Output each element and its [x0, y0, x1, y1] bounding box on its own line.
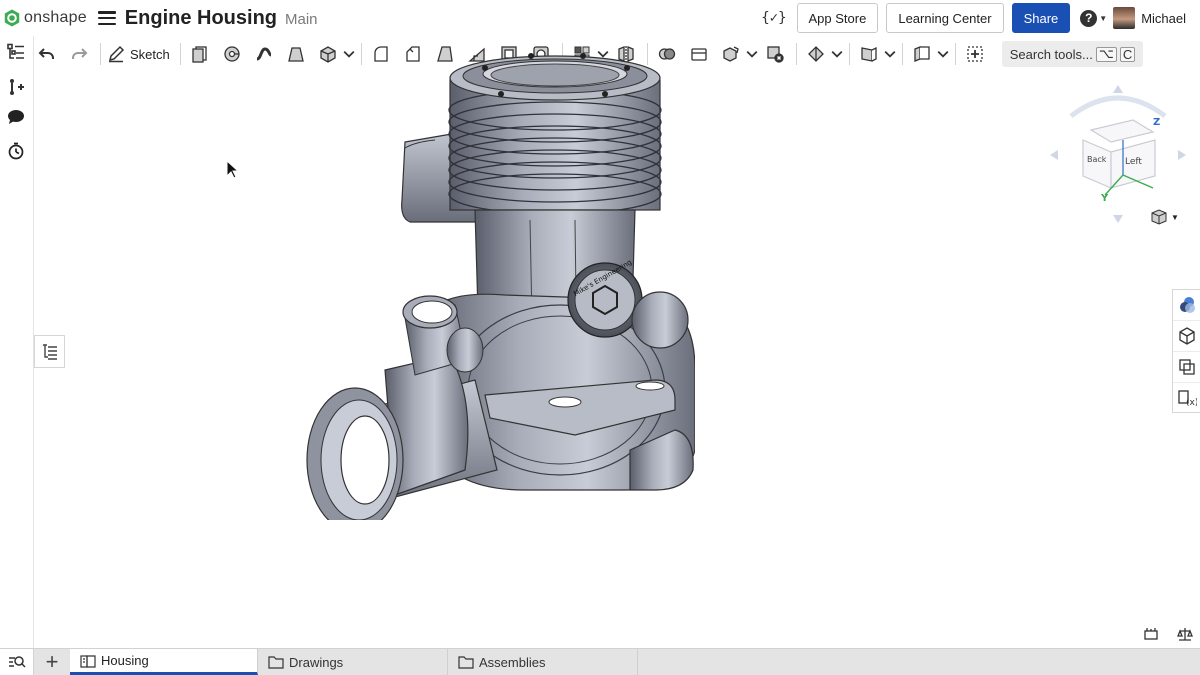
folder-icon [268, 656, 284, 669]
document-branch[interactable]: Main [285, 11, 318, 28]
chevron-down-icon[interactable] [831, 41, 843, 67]
mouse-cursor-icon [226, 160, 240, 179]
revolve-icon[interactable] [219, 41, 245, 67]
app-store-button[interactable]: App Store [796, 3, 879, 33]
toolbar-divider [848, 43, 850, 65]
axis-y-label: Y [1100, 193, 1109, 204]
chevron-down-icon: ▼ [1099, 13, 1108, 23]
svg-text:(x): (x) [1186, 398, 1197, 408]
learning-center-button[interactable]: Learning Center [886, 3, 1004, 33]
menu-icon[interactable] [97, 11, 116, 25]
add-tab-button[interactable]: + [34, 649, 70, 675]
chevron-down-icon[interactable] [884, 41, 896, 67]
insert-feature-icon[interactable] [5, 76, 27, 98]
modify-fillet-icon[interactable] [803, 41, 829, 67]
user-avatar[interactable] [1113, 7, 1136, 29]
folder-icon [458, 656, 474, 669]
tab-drawings[interactable]: Drawings [258, 649, 448, 675]
search-tabs-icon[interactable] [0, 649, 34, 675]
tab-bar: + Housing Drawings Assemblies [0, 648, 1200, 675]
tab-assemblies[interactable]: Assemblies [448, 649, 638, 675]
plane-icon[interactable] [856, 41, 882, 67]
search-tools-placeholder: Search tools... [1009, 46, 1093, 62]
redo-icon[interactable] [66, 41, 92, 67]
help-menu[interactable]: ? ▼ [1080, 9, 1108, 27]
extrude-icon[interactable] [187, 41, 213, 67]
appearance-icon[interactable] [1173, 290, 1200, 321]
right-panel: (x) [1172, 289, 1200, 413]
top-bar: onshape Engine Housing Main {✓} App Stor… [0, 0, 1200, 36]
left-sidebar [0, 36, 34, 648]
sweep-icon[interactable] [251, 41, 277, 67]
share-button[interactable]: Share [1011, 3, 1071, 33]
chevron-down-icon[interactable] [746, 41, 758, 67]
variables-icon[interactable]: (x) [1173, 383, 1200, 414]
toolbar-divider [954, 43, 956, 65]
engine-housing-model[interactable]: Mike's Engineering [275, 50, 695, 520]
document-title[interactable]: Engine Housing [125, 7, 277, 30]
measure-icon[interactable] [1142, 626, 1160, 642]
feature-list-toggle-icon[interactable] [34, 335, 65, 368]
part-studio-icon [80, 654, 96, 668]
pencil-icon [108, 45, 125, 63]
featurescript-icon[interactable]: {✓} [761, 10, 786, 26]
toolbar-divider [901, 43, 903, 65]
tab-housing[interactable]: Housing [70, 649, 258, 675]
search-tools-input[interactable]: Search tools... ⌥ C [1001, 41, 1144, 67]
tab-label: Housing [101, 653, 149, 668]
user-name[interactable]: Michael [1141, 11, 1186, 26]
configurations-icon[interactable] [1173, 352, 1200, 383]
mass-properties-icon[interactable] [1176, 626, 1194, 642]
brand-name: onshape [24, 9, 87, 26]
feature-list-icon[interactable] [5, 41, 27, 63]
transform-icon[interactable] [718, 41, 744, 67]
toolbar-divider [795, 43, 797, 65]
tab-label: Drawings [289, 654, 344, 670]
bill-of-materials-icon[interactable] [1173, 321, 1200, 352]
history-icon[interactable] [5, 140, 27, 162]
cube-icon [1151, 209, 1167, 225]
onshape-logo[interactable]: onshape [4, 9, 87, 27]
help-icon: ? [1080, 9, 1098, 27]
comments-icon[interactable] [5, 106, 27, 128]
toolbar-divider [179, 43, 181, 65]
axis-z-label: Z [1153, 117, 1160, 128]
sketch-label: Sketch [130, 46, 170, 62]
add-custom-feature-icon[interactable] [962, 41, 988, 67]
view-cube-face-back[interactable]: Back [1087, 155, 1107, 164]
view-options-menu[interactable]: ▼ [1150, 206, 1190, 228]
chevron-down-icon: ▼ [1171, 212, 1179, 222]
sheet-metal-icon[interactable] [909, 41, 935, 67]
delete-part-icon[interactable] [762, 41, 788, 67]
shortcut-key-c: C [1119, 46, 1136, 62]
view-cube-face-left[interactable]: Left [1125, 157, 1142, 167]
undo-icon[interactable] [34, 41, 60, 67]
shortcut-key-option: ⌥ [1095, 46, 1117, 62]
tab-label: Assemblies [479, 654, 546, 670]
chevron-down-icon[interactable] [937, 41, 949, 67]
onshape-logo-icon [4, 9, 20, 27]
sketch-button[interactable]: Sketch [107, 41, 170, 67]
toolbar-divider [100, 43, 101, 65]
